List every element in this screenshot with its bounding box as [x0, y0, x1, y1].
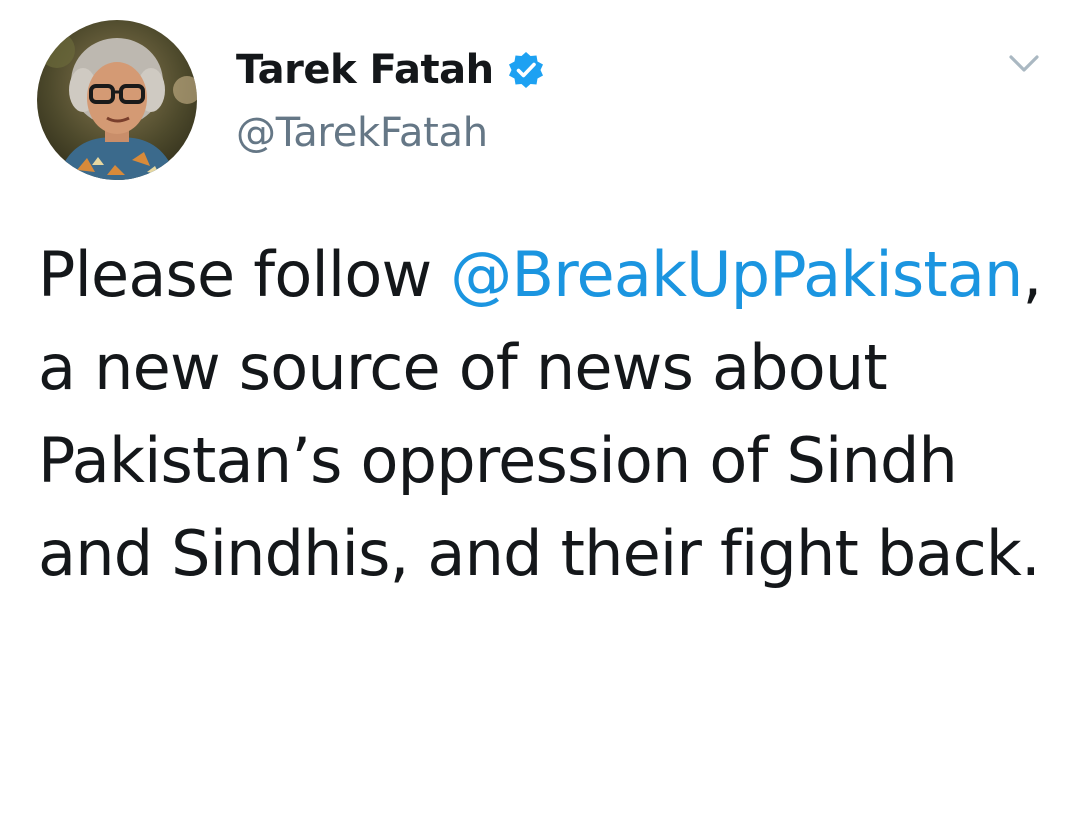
tweet-text: Please follow @BreakUpPakistan, a new so… [38, 228, 1048, 600]
tweet-text-before: Please follow [38, 238, 451, 311]
author-display-name[interactable]: Tarek Fatah [236, 47, 494, 93]
profile-photo [37, 20, 197, 180]
chevron-down-icon[interactable] [1006, 48, 1042, 78]
verified-badge-icon [506, 50, 546, 90]
mention-link[interactable]: @BreakUpPakistan [450, 238, 1023, 311]
author-handle[interactable]: @TarekFatah [236, 110, 488, 156]
avatar[interactable] [37, 20, 197, 180]
author-name-row[interactable]: Tarek Fatah [236, 42, 546, 98]
